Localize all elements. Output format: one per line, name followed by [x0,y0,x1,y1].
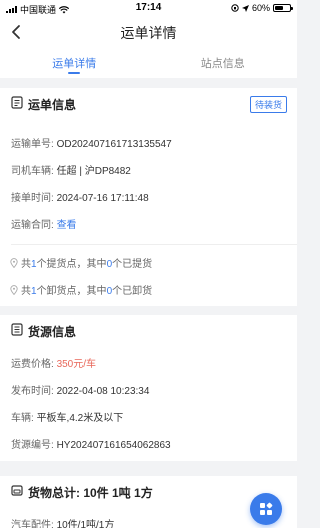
apps-icon [260,502,273,515]
view-contract-link[interactable]: 查看 [57,220,77,231]
status-bar: 中国联通 17:14 60% [0,0,297,16]
field-label: 货源编号: [11,440,54,451]
field-freight-price: 运费价格: 350元/车 [11,355,96,370]
field-label: 运输合同: [11,220,54,231]
waybill-card: 运单信息 待装货 运输单号: OD202407161713135547 司机车辆… [0,88,297,306]
location-arrow-icon [241,4,249,12]
orientation-lock-icon [231,4,239,12]
field-label: 运费价格: [11,359,54,370]
field-transport-number: 运输单号: OD202407161713135547 [11,135,172,150]
field-vehicle: 车辆: 平板车,4.2米及以下 [11,409,123,424]
field-value: 350元/车 [56,359,97,370]
field-value: 任超 | 沪DP8482 [56,166,131,177]
tab-label: 站点信息 [200,58,245,70]
field-value: 2022-04-08 10:23:34 [56,386,150,397]
field-label: 发布时间: [11,386,54,397]
field-driver-vehicle: 司机车辆: 任超 | 沪DP8482 [11,162,131,177]
goods-item-value: 10件/1吨/1方 [56,520,115,528]
field-transport-contract: 运输合同: 查看 [11,216,77,231]
field-cargo-number: 货源编号: HY202407161654062863 [11,436,171,451]
unload-summary: 共1个卸货点，其中0个已卸货 [10,282,152,297]
field-value: HY202407161654062863 [56,440,171,451]
battery-percent: 60% [251,3,270,13]
field-publish-time: 发布时间: 2022-04-08 10:23:34 [11,382,149,397]
field-label: 车辆: [11,413,34,424]
field-value: 平板车,4.2米及以下 [36,413,124,424]
field-value: 2024-07-16 17:11:48 [56,193,149,204]
page-title: 运单详情 [120,25,177,41]
card-header: 货源信息 [0,315,297,345]
active-tab-indicator [68,72,81,74]
document-icon [11,96,23,109]
location-pin-icon [10,284,18,295]
nav-bar: 运单详情 [0,16,297,48]
goods-total: 货物总计: 10件 1吨 1方 [28,486,153,500]
cargo-card: 货源信息 运费价格: 350元/车 发布时间: 2022-04-08 10:23… [0,315,297,461]
battery-icon [273,4,293,12]
box-icon [11,485,23,496]
field-value: OD202407161713135547 [56,139,172,150]
card-title: 货源信息 [28,325,77,339]
tab-station-info[interactable]: 站点信息 [149,48,298,78]
goods-item: 汽车配件: 10件/1吨/1方 [11,516,114,528]
pickup-summary: 共1个提货点，其中0个已提货 [10,255,152,270]
status-badge: 待装货 [249,96,287,113]
goods-item-label: 汽车配件: [11,520,54,528]
list-icon [11,323,23,336]
field-label: 运输单号: [11,139,54,150]
tab-waybill-details[interactable]: 运单详情 [0,48,149,78]
field-label: 司机车辆: [11,166,54,177]
field-accept-time: 接单时间: 2024-07-16 17:11:48 [11,189,149,204]
divider [11,244,297,245]
location-pin-icon [10,257,18,268]
tab-bar: 运单详情 站点信息 [0,48,297,78]
card-header: 运单信息 待装货 [0,88,297,118]
field-label: 接单时间: [11,193,54,204]
floating-action-button[interactable] [250,493,282,525]
tab-label: 运单详情 [52,58,97,70]
card-title: 运单信息 [28,98,77,112]
